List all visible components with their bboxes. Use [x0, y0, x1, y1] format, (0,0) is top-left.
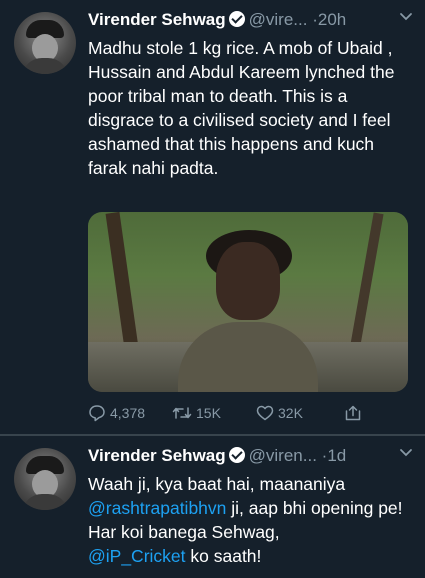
tweet-text: Madhu stole 1 kg rice. A mob of Ubaid , … [88, 38, 395, 178]
heart-icon [256, 404, 274, 422]
avatar[interactable] [14, 12, 76, 74]
chevron-down-icon[interactable] [399, 446, 413, 464]
retweet-button[interactable]: 15K [172, 402, 221, 424]
mention-link[interactable]: @iP_Cricket [88, 546, 186, 566]
tweet-text-segment: ji, aap bhi opening pe! [226, 498, 403, 518]
tweet[interactable]: Virender Sehwag @viren... ·1d Waah ji, ky… [0, 436, 425, 578]
verified-badge-icon [228, 447, 245, 463]
image-person-body [178, 322, 318, 392]
tweet-image[interactable] [88, 212, 408, 392]
retweet-icon [172, 404, 192, 422]
tweet-header: Virender Sehwag @vire... ·20h [88, 10, 413, 32]
tweet[interactable]: Virender Sehwag @vire... ·20h Madhu stole… [0, 0, 425, 436]
reply-icon [88, 404, 106, 422]
share-icon [344, 404, 362, 422]
tweet-text-segment: ko saath! [185, 546, 262, 566]
author-handle[interactable]: @vire... [249, 10, 308, 29]
tweet-text-segment: Waah ji, kya baat hai, maananiya [88, 474, 346, 494]
avatar-body [22, 58, 68, 74]
reply-count: 4,378 [110, 405, 146, 421]
tweet-header: Virender Sehwag @viren... ·1d [88, 446, 413, 468]
mention-link[interactable]: @rashtrapatibhvn [88, 498, 226, 518]
tweet-text: Waah ji, kya baat hai, maananiya @rashtr… [88, 472, 413, 568]
image-person-face [216, 242, 280, 320]
tweet-actions: 4,378 15K 32K [88, 402, 413, 424]
tweet-time[interactable]: ·1d [322, 446, 347, 465]
like-count: 32K [278, 405, 303, 421]
avatar[interactable] [14, 448, 76, 510]
author-name[interactable]: Virender Sehwag [88, 10, 226, 29]
retweet-count: 15K [196, 405, 221, 421]
reply-button[interactable]: 4,378 [88, 402, 145, 424]
verified-badge-icon [228, 11, 245, 27]
avatar-body [22, 494, 68, 510]
author-handle[interactable]: @viren... [249, 446, 317, 465]
like-button[interactable]: 32K [256, 402, 303, 424]
author-name[interactable]: Virender Sehwag [88, 446, 226, 465]
share-button[interactable] [344, 402, 362, 424]
tweet-time[interactable]: ·20h [312, 10, 346, 29]
chevron-down-icon[interactable] [399, 10, 413, 28]
tweet-text-segment: Har koi banega Sehwag, [88, 522, 280, 542]
